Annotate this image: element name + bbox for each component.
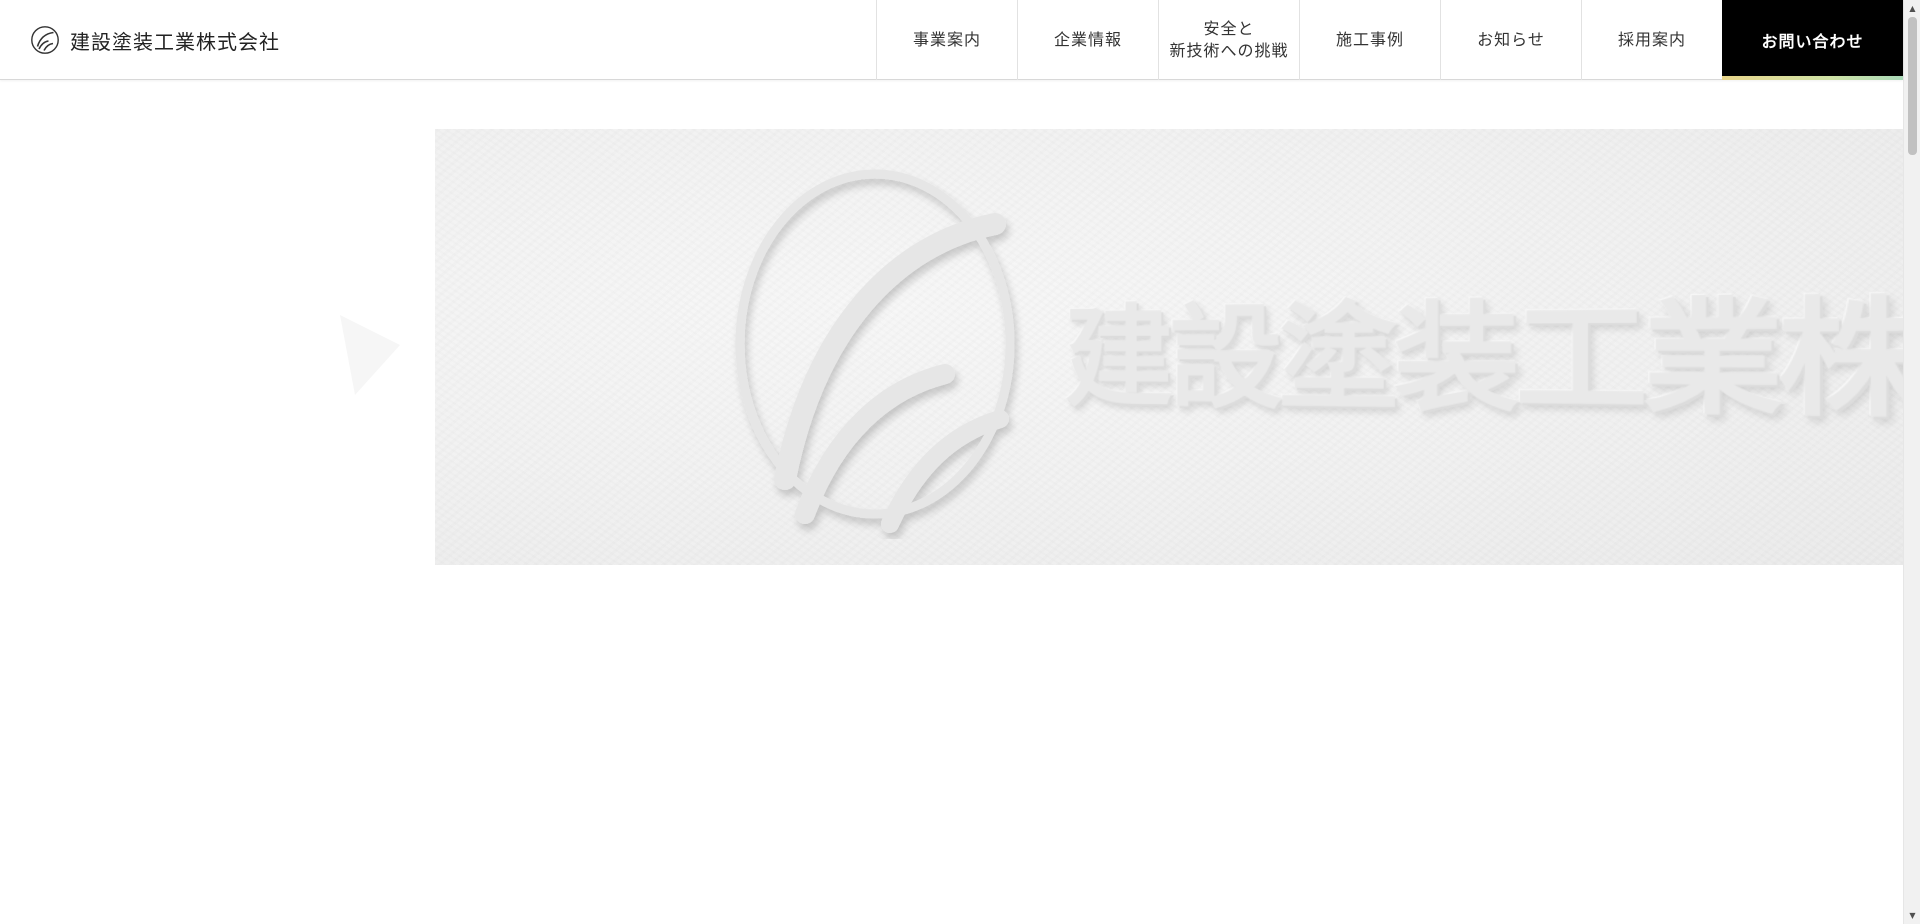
- nav-company-label: 企業情報: [1053, 30, 1122, 49]
- nav-news[interactable]: お知らせ: [1440, 0, 1581, 80]
- hero-image: 建設塗装工業株式会社: [435, 129, 1903, 565]
- scroll-down-arrow-icon[interactable]: ▼: [1904, 907, 1920, 924]
- contact-accent-line: [1722, 76, 1903, 80]
- nav-company[interactable]: 企業情報: [1017, 0, 1158, 80]
- nav-safety-technology[interactable]: 安全と 新技術への挑戦: [1158, 0, 1299, 80]
- nav-business-label: 事業案内: [912, 30, 981, 49]
- nav-works-label: 施工事例: [1335, 30, 1404, 49]
- main-nav: 事業案内 企業情報 安全と 新技術への挑戦 施工事例 お知らせ 採用案内 お問い…: [876, 0, 1903, 80]
- nav-news-label: お知らせ: [1477, 30, 1545, 49]
- nav-business[interactable]: 事業案内: [876, 0, 1017, 80]
- page-scrollbar[interactable]: ▲ ▼: [1903, 0, 1920, 924]
- brand-home-link[interactable]: 建設塗装工業株式会社: [30, 24, 280, 56]
- company-logo-icon: [31, 26, 59, 54]
- nav-recruit[interactable]: 採用案内: [1581, 0, 1722, 80]
- nav-works[interactable]: 施工事例: [1299, 0, 1440, 80]
- nav-recruit-label: 採用案内: [1617, 30, 1686, 49]
- scroll-up-arrow-icon[interactable]: ▲: [1904, 0, 1920, 17]
- scrollbar-thumb[interactable]: [1908, 17, 1917, 155]
- brand-name: 建設塗装工業株式会社: [70, 29, 280, 54]
- contact-button-label: お問い合わせ: [1761, 32, 1864, 51]
- contact-button[interactable]: お問い合わせ: [1722, 0, 1903, 80]
- decorative-arrow-shape: [340, 315, 400, 395]
- wall-sign-text: 建設塗装工業株式会社: [1065, 279, 1903, 444]
- nav-safety-technology-label: 安全と 新技術への挑戦: [1169, 18, 1288, 62]
- site-header: 建設塗装工業株式会社 事業案内 企業情報 安全と 新技術への挑戦 施工事例 お知…: [0, 0, 1903, 80]
- nav-safety-line2: 新技術への挑戦: [1169, 41, 1289, 60]
- wall-logo-emblem: [735, 169, 1015, 533]
- page: 建設塗装工業株式会社 事業案内 企業情報 安全と 新技術への挑戦 施工事例 お知…: [0, 0, 1920, 924]
- nav-safety-line1: 安全と: [1203, 19, 1255, 38]
